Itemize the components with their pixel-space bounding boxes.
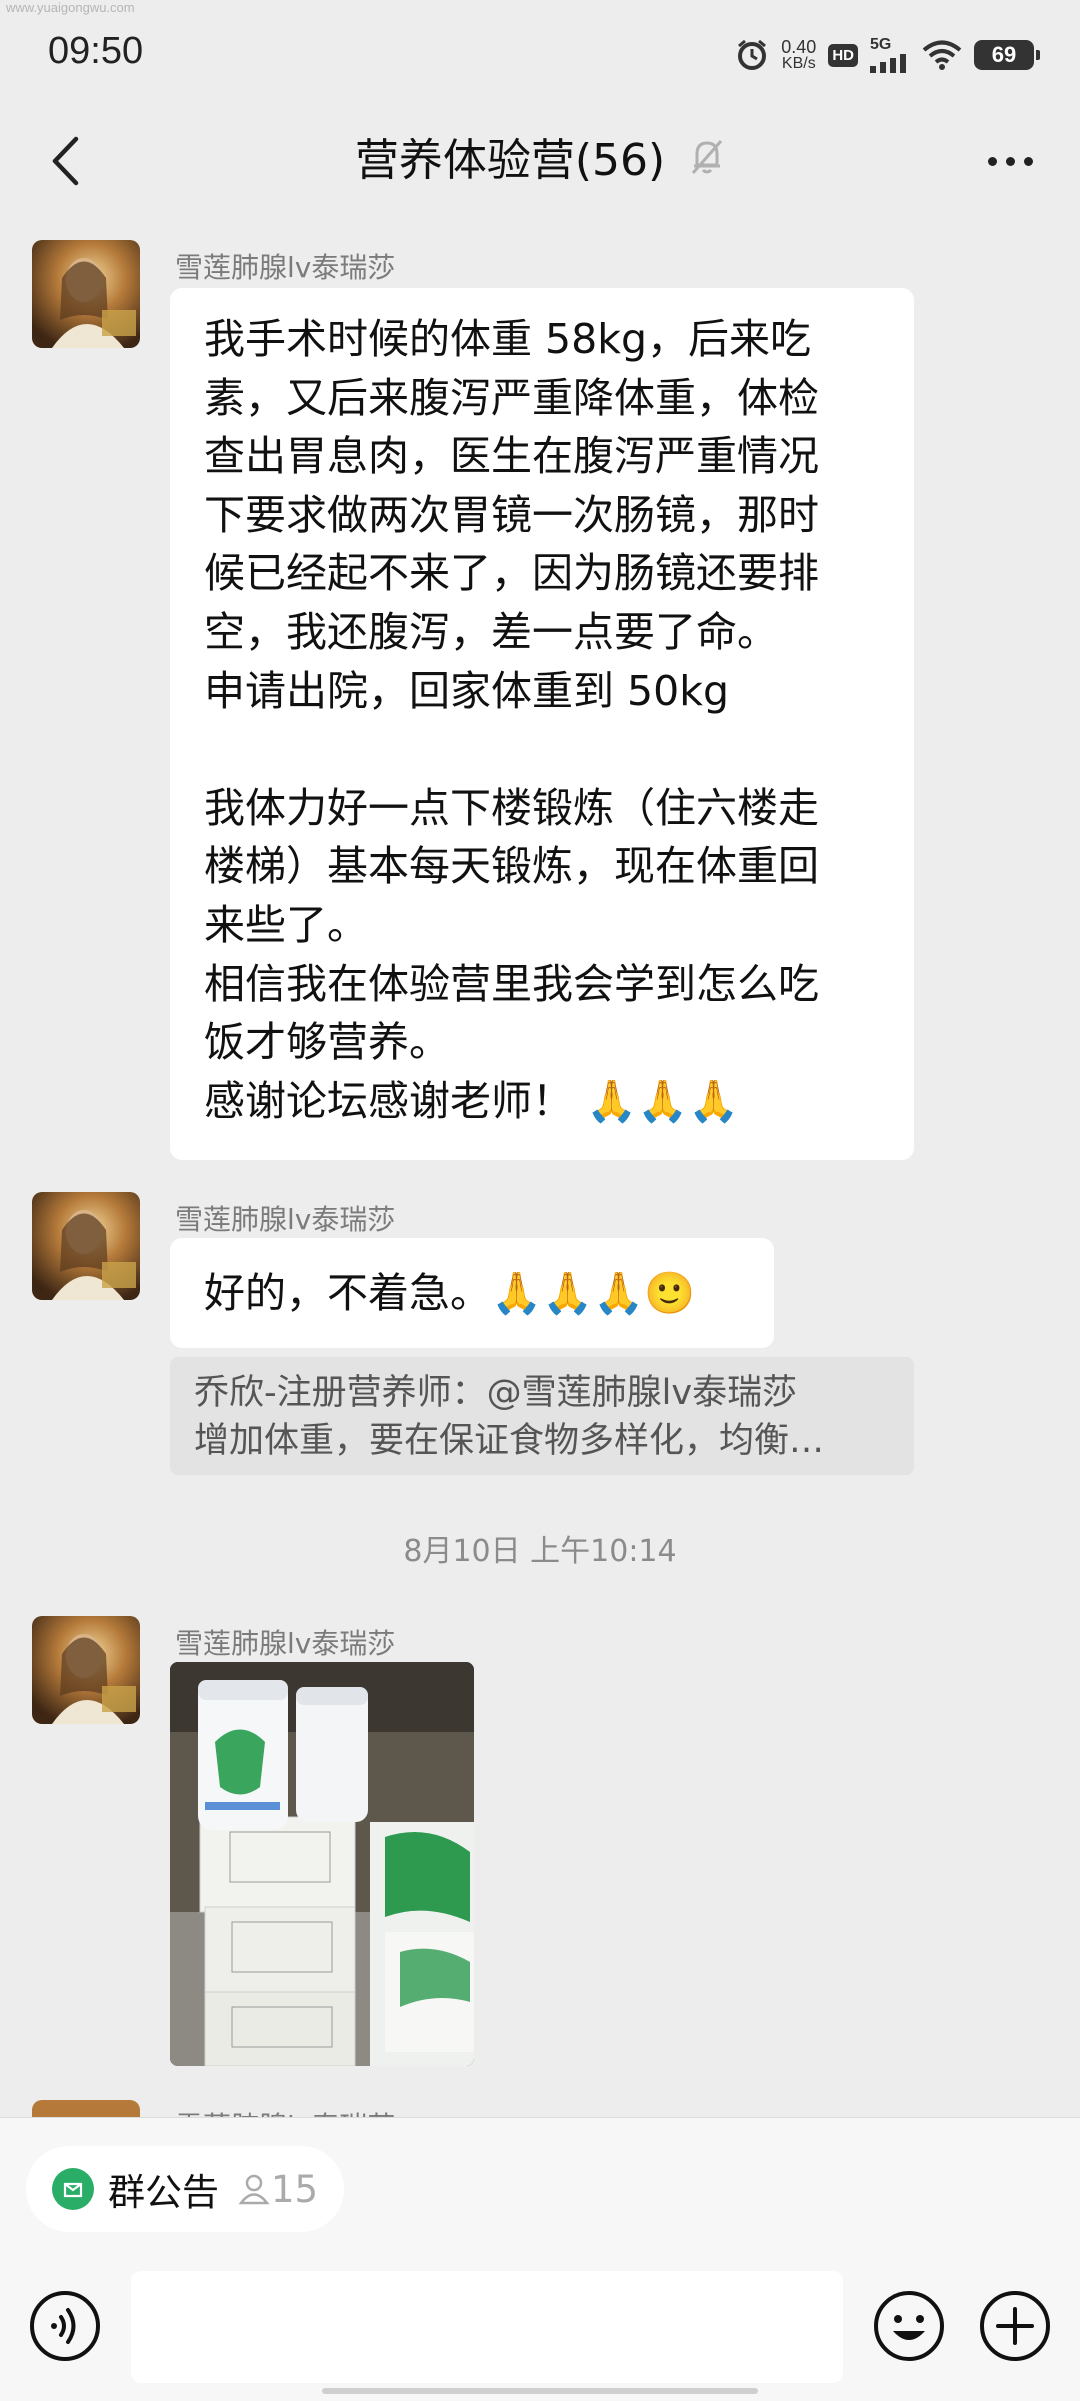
more-actions-button[interactable] bbox=[978, 2289, 1052, 2363]
quote-line: 乔欣-注册营养师：@雪莲肺腺lv泰瑞莎 bbox=[194, 1373, 798, 1413]
chat-list[interactable]: 雪莲肺腺lv泰瑞莎 我手术时候的体重 58kg，后来吃 素，又后来腹泻严重降体重… bbox=[0, 212, 1080, 2117]
bottom-panel: 群公告 15 bbox=[0, 2117, 1080, 2401]
plus-icon bbox=[980, 2291, 1050, 2361]
quote-line: 增加体重，要在保证食物多样化，均衡… bbox=[194, 1421, 825, 1461]
watermark: www.yuaigongwu.com bbox=[6, 0, 135, 15]
image-message[interactable] bbox=[170, 1662, 474, 2066]
voice-button[interactable] bbox=[28, 2289, 102, 2363]
status-time: 09:50 bbox=[48, 30, 144, 72]
home-indicator[interactable] bbox=[322, 2388, 758, 2394]
status-bar: www.yuaigongwu.com 09:50 0.40 KB/s HD 5G… bbox=[0, 0, 1080, 108]
emoji-button[interactable] bbox=[872, 2289, 946, 2363]
avatar[interactable] bbox=[32, 1616, 140, 1724]
more-button[interactable] bbox=[970, 126, 1050, 196]
group-notice-button[interactable]: 群公告 15 bbox=[26, 2146, 344, 2232]
message-bubble[interactable]: 我手术时候的体重 58kg，后来吃 素，又后来腹泻严重降体重，体检 查出胃息肉，… bbox=[170, 288, 914, 1160]
emoji-icon bbox=[874, 2291, 944, 2361]
sender-name: 雪莲肺腺lv泰瑞莎 bbox=[175, 2105, 395, 2117]
bell-off-icon bbox=[689, 128, 725, 198]
signal-icon: 5G bbox=[870, 37, 910, 73]
notice-count: 15 bbox=[237, 2168, 318, 2211]
alarm-icon bbox=[735, 38, 769, 72]
battery-icon: 69 bbox=[974, 40, 1040, 70]
notice-icon bbox=[52, 2168, 94, 2210]
hd-badge: HD bbox=[828, 43, 858, 67]
notice-label: 群公告 bbox=[108, 2171, 219, 2214]
message-timestamp: 8月10日 上午10:14 bbox=[403, 1534, 677, 1569]
sender-name: 雪莲肺腺lv泰瑞莎 bbox=[175, 1203, 396, 1236]
avatar[interactable] bbox=[32, 1192, 140, 1300]
wifi-icon bbox=[922, 39, 962, 71]
message-bubble[interactable]: 好的，不着急。🙏🙏🙏🙂 bbox=[170, 1238, 774, 1348]
message-input[interactable] bbox=[131, 2271, 843, 2383]
quoted-message[interactable]: 乔欣-注册营养师：@雪莲肺腺lv泰瑞莎 增加体重，要在保证食物多样化，均衡… bbox=[170, 1357, 914, 1475]
nav-bar: 营养体验营(56) bbox=[0, 108, 1080, 212]
status-icons: 0.40 KB/s HD 5G 69 bbox=[735, 30, 1040, 80]
chat-title: 营养体验营(56) bbox=[0, 126, 1080, 196]
sender-name: 雪莲肺腺lv泰瑞莎 bbox=[175, 1627, 396, 1660]
person-icon bbox=[238, 2174, 270, 2205]
more-icon bbox=[987, 156, 997, 166]
sender-name: 雪莲肺腺lv泰瑞莎 bbox=[175, 251, 396, 284]
net-speed: 0.40 KB/s bbox=[781, 37, 817, 72]
avatar[interactable] bbox=[32, 240, 140, 348]
voice-icon bbox=[30, 2291, 100, 2361]
avatar[interactable] bbox=[32, 2100, 140, 2117]
